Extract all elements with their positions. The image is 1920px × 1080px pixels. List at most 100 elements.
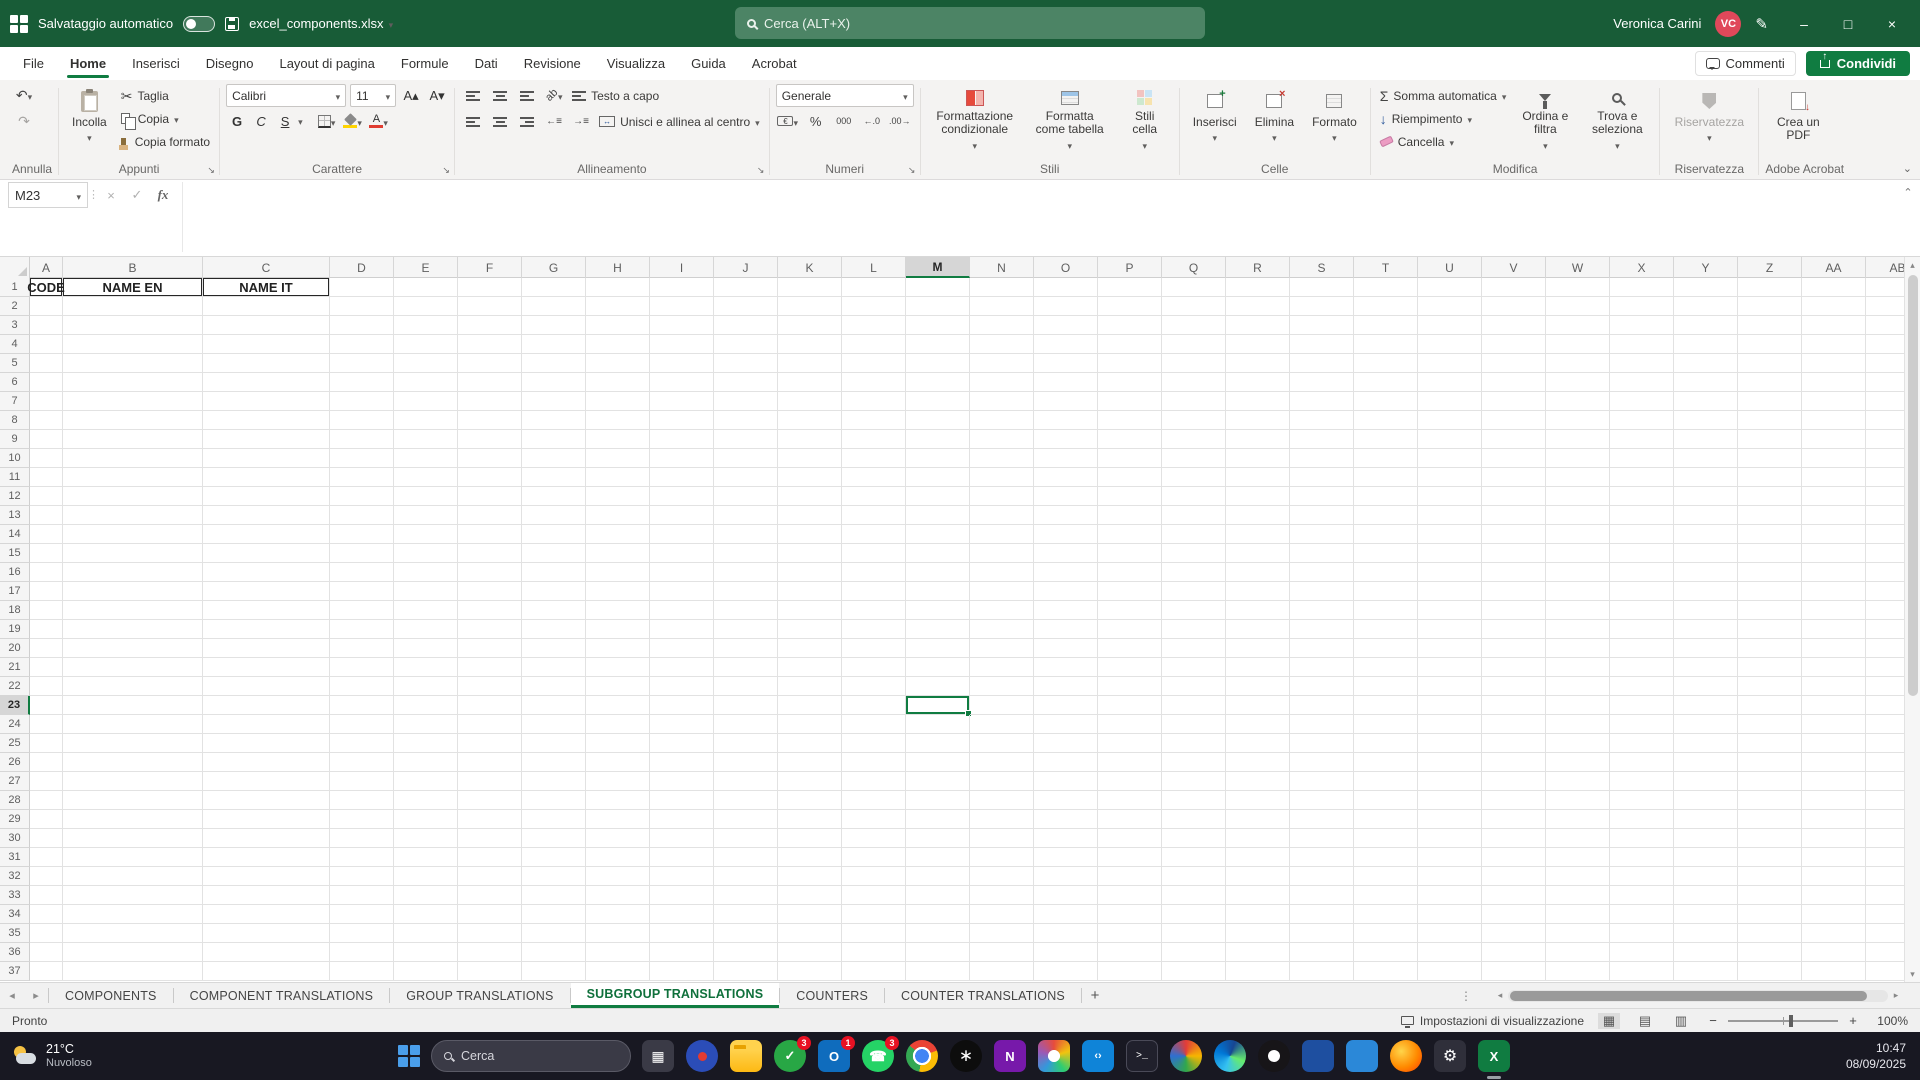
cell-G9[interactable]	[522, 430, 586, 449]
cell-A8[interactable]	[30, 411, 63, 430]
cell-E23[interactable]	[394, 696, 458, 715]
cell-U16[interactable]	[1418, 563, 1482, 582]
cell-I26[interactable]	[650, 753, 714, 772]
document-title[interactable]: excel_components.xlsx	[249, 16, 393, 31]
tab-formule[interactable]: Formule	[388, 50, 462, 77]
file-explorer-icon[interactable]	[730, 1040, 762, 1072]
cell-G4[interactable]	[522, 335, 586, 354]
row-header-1[interactable]: 1	[0, 278, 30, 297]
cell-AA37[interactable]	[1802, 962, 1866, 981]
cell-O36[interactable]	[1034, 943, 1098, 962]
cell-A30[interactable]	[30, 829, 63, 848]
chatgpt-icon[interactable]: ∗	[950, 1040, 982, 1072]
cell-C9[interactable]	[203, 430, 330, 449]
widgets-icon[interactable]: ▦	[642, 1040, 674, 1072]
cell-Y13[interactable]	[1674, 506, 1738, 525]
cell-C31[interactable]	[203, 848, 330, 867]
cell-K33[interactable]	[778, 886, 842, 905]
cell-AA8[interactable]	[1802, 411, 1866, 430]
cell-V6[interactable]	[1482, 373, 1546, 392]
align-top-button[interactable]	[461, 85, 485, 107]
cell-L2[interactable]	[842, 297, 906, 316]
cell-R30[interactable]	[1226, 829, 1290, 848]
cell-AA24[interactable]	[1802, 715, 1866, 734]
cell-S29[interactable]	[1290, 810, 1354, 829]
cell-AA12[interactable]	[1802, 487, 1866, 506]
cell-H7[interactable]	[586, 392, 650, 411]
cell-I4[interactable]	[650, 335, 714, 354]
cell-W13[interactable]	[1546, 506, 1610, 525]
cell-O14[interactable]	[1034, 525, 1098, 544]
cell-H20[interactable]	[586, 639, 650, 658]
cell-U22[interactable]	[1418, 677, 1482, 696]
cell-O21[interactable]	[1034, 658, 1098, 677]
tab-dati[interactable]: Dati	[462, 50, 511, 77]
increase-font-icon[interactable]: A▴	[400, 85, 422, 107]
cell-V3[interactable]	[1482, 316, 1546, 335]
cell-Y35[interactable]	[1674, 924, 1738, 943]
cell-F34[interactable]	[458, 905, 522, 924]
cell-D12[interactable]	[330, 487, 394, 506]
cell-F36[interactable]	[458, 943, 522, 962]
zoom-slider-thumb[interactable]	[1789, 1015, 1793, 1027]
cell-D20[interactable]	[330, 639, 394, 658]
cell-V8[interactable]	[1482, 411, 1546, 430]
cell-I17[interactable]	[650, 582, 714, 601]
cell-Z31[interactable]	[1738, 848, 1802, 867]
cell-A13[interactable]	[30, 506, 63, 525]
cell-T32[interactable]	[1354, 867, 1418, 886]
cell-Q22[interactable]	[1162, 677, 1226, 696]
cell-V36[interactable]	[1482, 943, 1546, 962]
cell-S23[interactable]	[1290, 696, 1354, 715]
row-header-27[interactable]: 27	[0, 772, 30, 791]
cell-T26[interactable]	[1354, 753, 1418, 772]
cell-O4[interactable]	[1034, 335, 1098, 354]
cell-J2[interactable]	[714, 297, 778, 316]
cell-W4[interactable]	[1546, 335, 1610, 354]
column-header-R[interactable]: R	[1226, 257, 1290, 278]
cell-B10[interactable]	[63, 449, 203, 468]
cell-K6[interactable]	[778, 373, 842, 392]
cell-Z12[interactable]	[1738, 487, 1802, 506]
cell-I27[interactable]	[650, 772, 714, 791]
tab-layout[interactable]: Layout di pagina	[266, 50, 387, 77]
cell-I21[interactable]	[650, 658, 714, 677]
cell-K7[interactable]	[778, 392, 842, 411]
cell-P11[interactable]	[1098, 468, 1162, 487]
column-header-U[interactable]: U	[1418, 257, 1482, 278]
cell-T4[interactable]	[1354, 335, 1418, 354]
cell-B13[interactable]	[63, 506, 203, 525]
cell-W31[interactable]	[1546, 848, 1610, 867]
cell-A27[interactable]	[30, 772, 63, 791]
cell-P2[interactable]	[1098, 297, 1162, 316]
cell-P26[interactable]	[1098, 753, 1162, 772]
cell-H15[interactable]	[586, 544, 650, 563]
cell-P23[interactable]	[1098, 696, 1162, 715]
cell-AA33[interactable]	[1802, 886, 1866, 905]
comments-button[interactable]: Commenti	[1695, 51, 1796, 76]
cell-D15[interactable]	[330, 544, 394, 563]
taskbar-clock[interactable]: 10:47 08/09/2025	[1846, 1032, 1906, 1080]
user-name[interactable]: Veronica Carini	[1613, 16, 1701, 31]
horizontal-scrollbar[interactable]: ◂ ▸	[1492, 986, 1904, 1005]
cell-H35[interactable]	[586, 924, 650, 943]
cell-Z19[interactable]	[1738, 620, 1802, 639]
cell-P32[interactable]	[1098, 867, 1162, 886]
cell-N2[interactable]	[970, 297, 1034, 316]
cell-J20[interactable]	[714, 639, 778, 658]
cell-Y7[interactable]	[1674, 392, 1738, 411]
cell-Y3[interactable]	[1674, 316, 1738, 335]
cell-M24[interactable]	[906, 715, 970, 734]
cell-R34[interactable]	[1226, 905, 1290, 924]
cell-C15[interactable]	[203, 544, 330, 563]
cell-F21[interactable]	[458, 658, 522, 677]
cancel-entry-icon[interactable]: ×	[98, 182, 124, 208]
cell-W1[interactable]	[1546, 278, 1610, 297]
column-header-Y[interactable]: Y	[1674, 257, 1738, 278]
cell-Y27[interactable]	[1674, 772, 1738, 791]
thousands-button[interactable]: 000	[832, 110, 856, 132]
cell-P33[interactable]	[1098, 886, 1162, 905]
cell-AA18[interactable]	[1802, 601, 1866, 620]
cell-B25[interactable]	[63, 734, 203, 753]
cell-E4[interactable]	[394, 335, 458, 354]
